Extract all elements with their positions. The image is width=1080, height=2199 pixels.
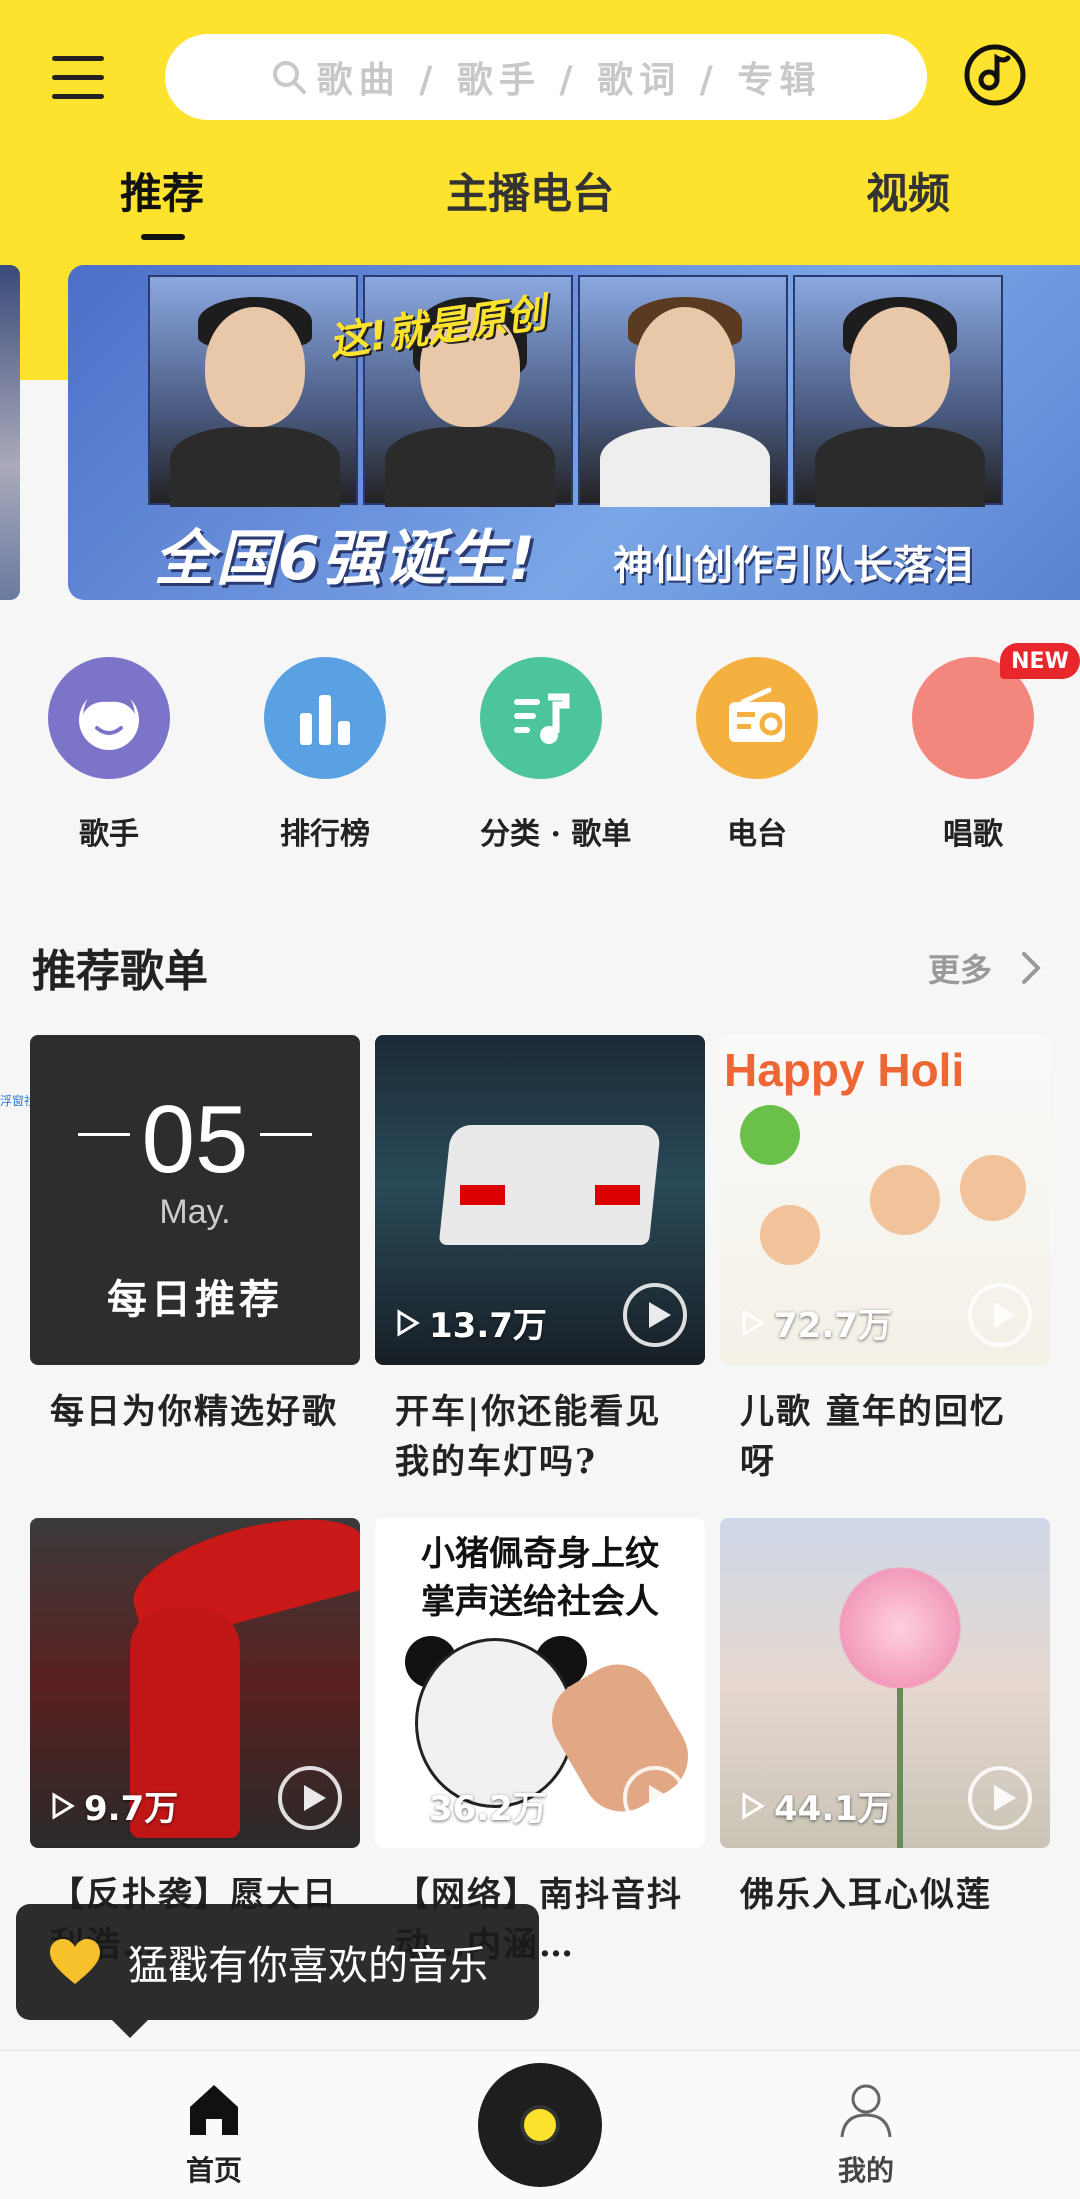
quick-label-radio: 电台 bbox=[727, 817, 787, 852]
tab-recommend[interactable]: 推荐 bbox=[120, 160, 204, 221]
play-icon[interactable] bbox=[968, 1283, 1032, 1347]
daily-month: May. bbox=[159, 1193, 231, 1231]
nav-home-label: 首页 bbox=[185, 2154, 242, 2187]
search-placeholder: 歌曲 / 歌手 / 歌词 / 专辑 bbox=[316, 59, 822, 101]
toast-text: 猛戳有你喜欢的音乐 bbox=[128, 1943, 488, 1989]
tab-video[interactable]: 视频 bbox=[866, 160, 950, 221]
play-small-icon bbox=[397, 1791, 420, 1820]
quick-label-singer: 歌手 bbox=[79, 817, 139, 852]
section-title: 推荐歌单 bbox=[32, 946, 208, 997]
quick-entry-singer[interactable]: 歌手 bbox=[48, 657, 170, 853]
radio-icon bbox=[729, 687, 785, 742]
playlist-icon bbox=[514, 693, 570, 744]
toast-tip[interactable]: 猛戳有你喜欢的音乐 bbox=[16, 1904, 539, 2038]
play-count: 44.1万 bbox=[740, 1781, 892, 1830]
playlist-card[interactable]: Happy Holi 72.7万 儿歌 童年的回忆呀 bbox=[720, 1035, 1050, 1487]
disc-center-icon bbox=[520, 2105, 560, 2145]
more-link[interactable]: 更多 bbox=[928, 945, 992, 991]
play-count: 13.7万 bbox=[395, 1298, 547, 1347]
now-playing-disc[interactable] bbox=[478, 2063, 602, 2187]
banner-subtitle: 神仙创作引队长落泪 bbox=[613, 543, 973, 589]
playlist-card[interactable]: 9.7万 【反扑袭】愿大日利浩… bbox=[30, 1518, 360, 1970]
home-icon bbox=[190, 2085, 238, 2135]
playlist-title: 儿歌 童年的回忆呀 bbox=[740, 1392, 1006, 1482]
bottom-nav: 首页 我的 bbox=[0, 2050, 1080, 2199]
playlist-card[interactable]: 44.1万 佛乐入耳心似莲 bbox=[720, 1518, 1050, 1970]
playlist-cover: 小猪佩奇身上纹 掌声送给社会人 36.2万 bbox=[375, 1518, 705, 1848]
playlist-cover: Happy Holi 72.7万 bbox=[720, 1035, 1050, 1365]
play-icon[interactable] bbox=[623, 1283, 687, 1347]
playlist-cover: 05 May. 每日推荐 bbox=[30, 1035, 360, 1365]
play-count: 72.7万 bbox=[740, 1298, 892, 1347]
search-input[interactable]: 歌曲 / 歌手 / 歌词 / 专辑 bbox=[165, 34, 927, 120]
play-count: 36.2万 bbox=[395, 1781, 547, 1830]
user-icon bbox=[840, 2084, 892, 2138]
tab-anchor-radio[interactable]: 主播电台 bbox=[446, 160, 614, 221]
cover-text: Happy Holi bbox=[724, 1044, 965, 1096]
playlist-cover: 44.1万 bbox=[720, 1518, 1050, 1848]
playlist-title: 佛乐入耳心似莲 bbox=[740, 1875, 992, 1915]
music-recognition-icon[interactable] bbox=[960, 40, 1030, 110]
playlist-title: 开车|你还能看见我的车灯吗? bbox=[395, 1392, 662, 1482]
quick-entry-radio[interactable]: 电台 bbox=[696, 657, 818, 853]
playlist-title: 每日为你精选好歌 bbox=[50, 1392, 338, 1432]
cover-text: 小猪佩奇身上纹 掌声送给社会人 bbox=[421, 1534, 659, 1622]
playlist-card[interactable]: 小猪佩奇身上纹 掌声送给社会人 36.2万 【网络】南抖音抖动…内涵… bbox=[375, 1518, 705, 1970]
banner-photo bbox=[578, 275, 788, 507]
nav-home[interactable]: 首页 bbox=[154, 2081, 274, 2189]
quick-label-playlist: 分类 · 歌单 bbox=[480, 817, 632, 852]
play-small-icon bbox=[397, 1308, 420, 1337]
quick-label-sing: 唱歌 bbox=[943, 817, 1003, 852]
promo-banner[interactable]: 这!就是原创 全国6强诞生! 神仙创作引队长落泪 bbox=[68, 265, 1080, 600]
new-badge: NEW bbox=[1000, 643, 1080, 679]
play-count: 9.7万 bbox=[50, 1781, 178, 1830]
play-small-icon bbox=[742, 1791, 765, 1820]
chevron-right-icon[interactable] bbox=[1016, 948, 1046, 988]
quick-label-charts: 排行榜 bbox=[280, 817, 370, 852]
play-icon[interactable] bbox=[623, 1766, 687, 1830]
menu-icon[interactable] bbox=[52, 56, 104, 100]
banner-previous-slide[interactable] bbox=[0, 265, 20, 600]
play-icon[interactable] bbox=[968, 1766, 1032, 1830]
active-tab-indicator bbox=[141, 234, 185, 240]
quick-entry-sing[interactable]: 唱歌 bbox=[912, 657, 1034, 853]
playlist-card[interactable]: 13.7万 开车|你还能看见我的车灯吗? bbox=[375, 1035, 705, 1487]
playlist-cover: 13.7万 bbox=[375, 1035, 705, 1365]
nav-mine[interactable]: 我的 bbox=[806, 2081, 926, 2189]
play-small-icon bbox=[742, 1308, 765, 1337]
quick-entry-charts[interactable]: 排行榜 bbox=[264, 657, 386, 853]
play-small-icon bbox=[52, 1791, 75, 1820]
search-icon bbox=[272, 61, 306, 94]
daily-label: 每日推荐 bbox=[107, 1276, 283, 1323]
quick-entry-playlist[interactable]: 分类 · 歌单 bbox=[480, 657, 632, 853]
chart-icon bbox=[300, 695, 350, 745]
playlist-cover: 9.7万 bbox=[30, 1518, 360, 1848]
banner-photo bbox=[793, 275, 1003, 507]
singer-icon bbox=[79, 687, 139, 750]
banner-title: 全国6强诞生! bbox=[154, 524, 538, 594]
nav-mine-label: 我的 bbox=[837, 2154, 894, 2187]
heart-icon bbox=[50, 1939, 100, 1984]
playlist-card-daily[interactable]: 05 May. 每日推荐 每日为你精选好歌 bbox=[30, 1035, 360, 1487]
play-icon[interactable] bbox=[278, 1766, 342, 1830]
daily-day: 05 bbox=[141, 1086, 249, 1193]
